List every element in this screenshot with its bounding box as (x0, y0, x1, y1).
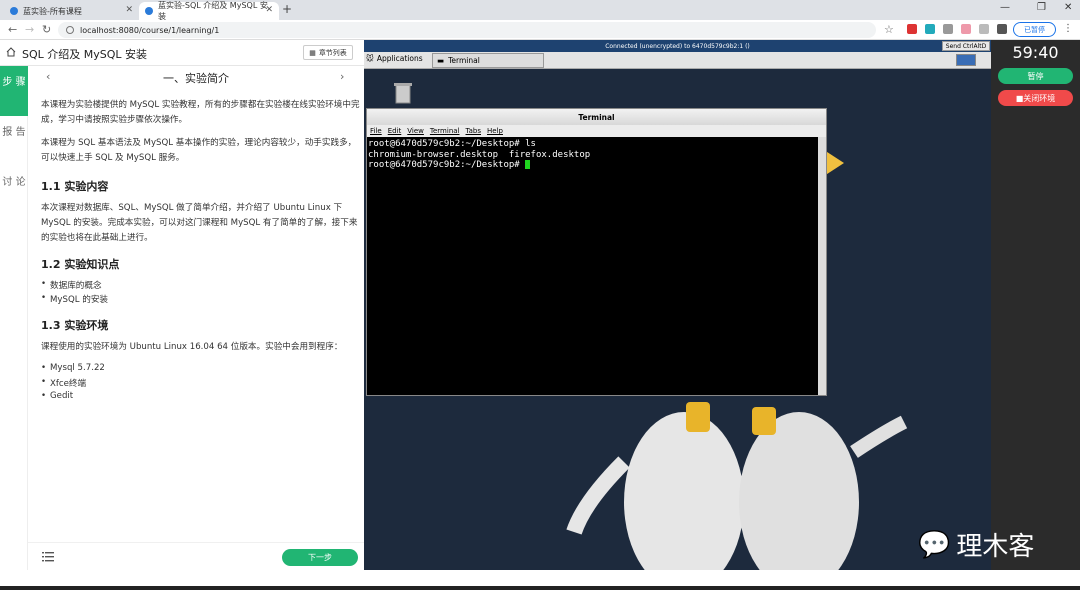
new-tab-button[interactable]: + (282, 2, 292, 16)
tab-label: 蓝实验-SQL 介绍及 MySQL 安装 (158, 1, 268, 21)
list-item: Xfce终端 (41, 377, 86, 389)
workspace-switcher[interactable] (956, 54, 976, 66)
forward-icon[interactable]: → (25, 23, 34, 36)
address-toolbar: ← → ↻ localhost:8080/course/1/learning/1… (0, 20, 1080, 40)
applications-menu-button[interactable]: 🐭 Applications (366, 54, 423, 63)
heading-knowledge: 1.2 实验知识点 (41, 258, 120, 271)
close-tab-icon[interactable]: ✕ (125, 5, 133, 15)
terminal-menubar: File Edit View Terminal Tabs Help (367, 125, 826, 137)
browser-menu-icon[interactable]: ⋮ (1063, 23, 1073, 34)
back-icon[interactable]: ← (8, 23, 17, 36)
terminal-line: root@6470d579c9b2:~/Desktop# ls (368, 139, 536, 149)
tab-steps[interactable]: 步 骤 (0, 66, 28, 116)
list-item: 数据库的概念 (41, 279, 102, 291)
minimize-icon[interactable]: — (1000, 2, 1010, 13)
vnc-status-bar: Connected (unencrypted) to 6470d579c9b2:… (364, 40, 991, 52)
yellow-arrow-icon (824, 150, 844, 176)
terminal-scrollbar[interactable] (818, 137, 826, 395)
terminal-titlebar[interactable]: Terminal (367, 109, 826, 125)
terminal-line: chromium-browser.desktop firefox.desktop (368, 149, 591, 160)
home-icon[interactable] (6, 47, 16, 57)
content-paragraph: 本次课程对数据库、SQL、MySQL 做了简单介绍，并介绍了 Ubuntu Li… (41, 203, 358, 243)
tab-report[interactable]: 报 告 (0, 126, 28, 140)
taskbar-terminal-label: Terminal (448, 56, 480, 65)
applications-label: Applications (376, 54, 423, 63)
chapter-list-label: 章节列表 (318, 48, 347, 57)
list-item: Mysql 5.7.22 (41, 363, 105, 373)
list-item: MySQL 的安装 (41, 293, 108, 305)
mouse-logo-icon: 🐭 (366, 54, 374, 63)
watermark-text: 理木客 (956, 532, 1035, 562)
info-icon[interactable] (66, 26, 74, 34)
close-window-icon[interactable]: ✕ (1064, 2, 1072, 13)
environment-sidebar: 59:40 暂停 ■关闭环境 (991, 40, 1080, 570)
menu-view[interactable]: View (407, 127, 424, 135)
tab-label: 蓝实验-所有课程 (23, 6, 82, 16)
intro-paragraph-2: 本课程为 SQL 基本语法及 MySQL 基本操作的实验，理论内容较少，动手实践… (41, 138, 357, 163)
adblock-extension-icon[interactable] (907, 24, 917, 34)
paused-label: 已暂停 (1024, 25, 1045, 34)
terminal-icon: ▬ (437, 56, 445, 65)
site-favicon-icon (145, 7, 153, 15)
profile-paused-button[interactable]: 已暂停 (1013, 22, 1056, 37)
menu-edit[interactable]: Edit (388, 127, 402, 135)
close-tab-icon[interactable]: ✕ (265, 5, 273, 15)
terminal-prompt-line: root@6470d579c9b2:~/Desktop# (368, 160, 817, 171)
browser-tab-courses[interactable]: 蓝实验-所有课程 ✕ (4, 2, 139, 20)
grid-icon: ▦ (309, 48, 316, 57)
send-ctrl-alt-del-button[interactable]: Send CtrlAltD (942, 41, 990, 51)
url-text: localhost:8080/course/1/learning/1 (80, 25, 220, 35)
list-item: Gedit (41, 391, 73, 401)
site-favicon-icon (10, 7, 18, 15)
next-step-button[interactable]: 下一步 (282, 549, 358, 566)
lesson-side-tabs: 步 骤 报 告 讨 论 (0, 66, 28, 570)
menu-file[interactable]: File (370, 127, 382, 135)
close-environment-button[interactable]: ■关闭环境 (998, 90, 1073, 106)
taskbar-terminal-button[interactable]: ▬ Terminal (432, 53, 544, 68)
heading-environment: 1.3 实验环境 (41, 319, 109, 332)
tab-discuss[interactable]: 讨 论 (0, 176, 28, 190)
lesson-footer: 下一步 (28, 542, 364, 570)
list-icon[interactable] (42, 551, 54, 562)
section-title: 一、实验简介 (163, 72, 229, 85)
terminal-output[interactable]: root@6470d579c9b2:~/Desktop# ls chromium-… (367, 137, 818, 395)
watermark: 💬 理木客 (918, 526, 1034, 563)
intro-paragraph-1: 本课程为实验楼提供的 MySQL 实验教程，所有的步骤都在实验楼在线实验环境中完… (41, 100, 360, 125)
terminal-title: Terminal (578, 112, 615, 122)
lesson-header: SQL 介绍及 MySQL 安装 ▦ 章节列表 (0, 40, 364, 66)
lesson-title: SQL 介绍及 MySQL 安装 (22, 48, 148, 61)
extension-icon[interactable] (961, 24, 971, 34)
browser-tab-lesson[interactable]: 蓝实验-SQL 介绍及 MySQL 安装 ✕ (139, 1, 279, 21)
url-input[interactable]: localhost:8080/course/1/learning/1 (58, 22, 876, 38)
wechat-icon: 💬 (918, 529, 951, 560)
extensions-puzzle-icon[interactable] (997, 24, 1007, 34)
extension-icon[interactable] (979, 24, 989, 34)
restore-icon[interactable]: ❐ (1037, 2, 1046, 13)
countdown-timer: 59:40 (1012, 43, 1059, 62)
next-section-icon[interactable]: › (340, 70, 344, 83)
chapter-list-button[interactable]: ▦ 章节列表 (303, 45, 353, 60)
os-taskbar (0, 586, 1080, 590)
lesson-content: ‹ 一、实验简介 › 本课程为实验楼提供的 MySQL 实验教程，所有的步骤都在… (28, 66, 364, 542)
xfce-top-panel: 🐭 Applications ▬ Terminal (364, 52, 991, 69)
section-nav: ‹ 一、实验简介 › (28, 66, 364, 90)
menu-terminal[interactable]: Terminal (430, 127, 460, 135)
terminal-window[interactable]: Terminal File Edit View Terminal Tabs He… (366, 108, 827, 396)
menu-help[interactable]: Help (487, 127, 503, 135)
trash-icon[interactable] (394, 82, 412, 104)
cursor (525, 160, 531, 169)
reload-icon[interactable]: ↻ (42, 23, 51, 36)
extension-icon[interactable] (943, 24, 953, 34)
extension-icon[interactable] (925, 24, 935, 34)
terminal-prompt: root@6470d579c9b2:~/Desktop# (368, 160, 526, 170)
heading-content: 1.1 实验内容 (41, 180, 109, 193)
environment-paragraph: 课程使用的实验环境为 Ubuntu Linux 16.04 64 位版本。实验中… (41, 342, 343, 352)
pause-button[interactable]: 暂停 (998, 68, 1073, 84)
browser-tab-bar: 蓝实验-所有课程 ✕ 蓝实验-SQL 介绍及 MySQL 安装 ✕ + — ❐ … (0, 0, 1080, 21)
bookmark-star-icon[interactable]: ☆ (884, 23, 894, 36)
menu-tabs[interactable]: Tabs (466, 127, 482, 135)
